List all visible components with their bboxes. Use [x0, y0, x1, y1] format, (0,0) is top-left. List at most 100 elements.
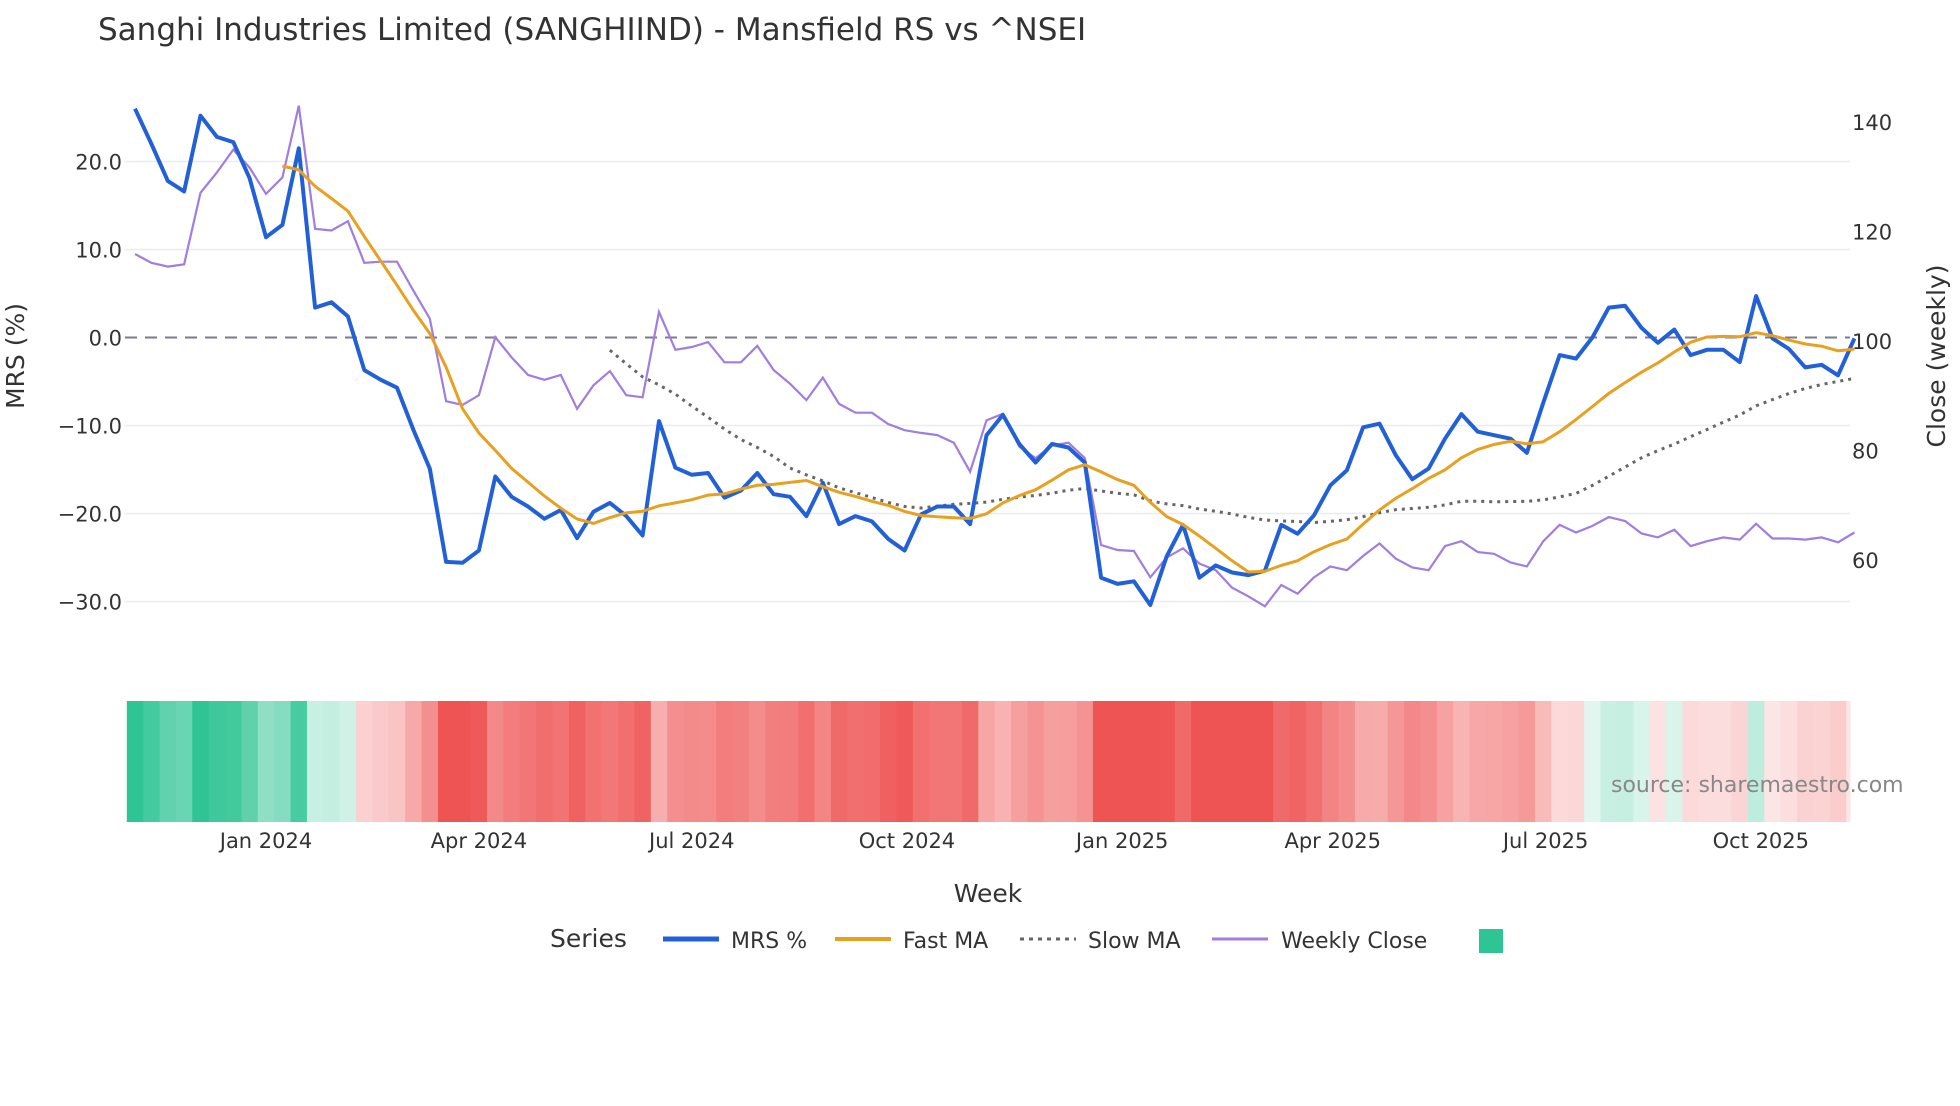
heatmap-cell	[1289, 701, 1307, 822]
heatmap-cell	[192, 701, 210, 822]
heatmap-cell	[912, 701, 930, 822]
heatmap-strip	[126, 701, 1851, 822]
heatmap-cell	[421, 701, 439, 822]
heatmap-cell	[585, 701, 603, 822]
heatmap-cell	[650, 701, 668, 822]
heatmap-cell	[830, 701, 848, 822]
heatmap-cell	[1420, 701, 1438, 822]
legend-item-slow-ma[interactable]: Slow MA	[1020, 929, 1181, 954]
heatmap-cell	[208, 701, 226, 822]
heatmap-cell	[716, 701, 734, 822]
mrs-chart: Sanghi Industries Limited (SANGHIIND) - …	[1, 12, 1951, 954]
heatmap-cell	[356, 701, 373, 822]
legend-label-mrs: MRS %	[731, 929, 807, 954]
heatmap-cell	[1354, 701, 1372, 822]
heatmap-cell	[1191, 701, 1209, 822]
right-axis-ticks: 140 120 100 80 60	[1852, 111, 1892, 573]
heatmap-cell	[241, 701, 259, 822]
heatmap-cell	[618, 701, 635, 822]
heatmap-cell	[749, 701, 766, 822]
heatmap-cell	[863, 701, 881, 822]
x-tick-label: Jan 2025	[1074, 829, 1169, 853]
heatmap-cell	[536, 701, 554, 822]
mrs-line	[133, 107, 1857, 607]
heatmap-cell	[1125, 701, 1143, 822]
heatmap-cell	[1404, 701, 1421, 822]
right-axis-title: Close (weekly)	[1922, 265, 1951, 448]
x-tick-label: Jul 2025	[1501, 829, 1588, 853]
heatmap-cell	[1682, 701, 1700, 822]
heatmap-cell	[306, 701, 324, 822]
heatmap-cell	[1584, 701, 1602, 822]
heatmap-cell	[175, 701, 193, 822]
heatmap-cell	[1485, 701, 1503, 822]
left-tick-label: 0.0	[89, 327, 122, 351]
heatmap-cell	[1142, 701, 1159, 822]
legend: Series MRS % Fast MA Slow MA Weekly Clos…	[550, 924, 1503, 954]
x-tick-label: Oct 2024	[859, 829, 955, 853]
heatmap-cell	[961, 701, 979, 822]
legend-title: Series	[550, 924, 627, 953]
heatmap-cell	[1223, 701, 1241, 822]
legend-label-fast-ma: Fast MA	[903, 929, 988, 954]
legend-item-fast-ma[interactable]: Fast MA	[835, 929, 988, 954]
heatmap-cell	[568, 701, 586, 822]
heatmap-cell	[978, 701, 996, 822]
legend-item-mrs[interactable]: MRS %	[663, 929, 807, 954]
heatmap-cell	[1518, 701, 1536, 822]
legend-swatch-heatmap[interactable]	[1479, 929, 1503, 953]
heatmap-cell	[1338, 701, 1356, 822]
heatmap-cell	[323, 701, 341, 822]
heatmap-cell	[339, 701, 357, 822]
left-tick-label: 20.0	[75, 151, 122, 175]
heatmap-cell	[1371, 701, 1389, 822]
right-tick-label: 140	[1852, 111, 1892, 135]
heatmap-cell	[1109, 701, 1127, 822]
heatmap-cell	[1174, 701, 1192, 822]
heatmap-cell	[1666, 701, 1683, 822]
x-axis-title: Week	[954, 879, 1023, 908]
left-tick-label: −10.0	[58, 415, 122, 439]
heatmap-cell	[732, 701, 750, 822]
heatmap-cell	[896, 701, 914, 822]
heatmap-cell	[1256, 701, 1274, 822]
heatmap-cell	[1043, 701, 1061, 822]
heatmap-cell	[1633, 701, 1651, 822]
left-axis-title: MRS (%)	[1, 303, 30, 409]
heatmap-cell	[487, 701, 504, 822]
heatmap-cell	[1698, 701, 1716, 822]
left-tick-label: −30.0	[58, 591, 122, 615]
heatmap-cell	[1387, 701, 1405, 822]
heatmap-cell	[388, 701, 406, 822]
heatmap-cell	[1305, 701, 1323, 822]
heatmap-cell	[159, 701, 177, 822]
heatmap-cell	[143, 701, 161, 822]
left-axis-ticks: 20.0 10.0 0.0 −10.0 −20.0 −30.0	[58, 151, 122, 615]
left-tick-label: 10.0	[75, 239, 122, 263]
heatmap-cell	[781, 701, 799, 822]
heatmap-cell	[437, 701, 455, 822]
heatmap-cell	[1731, 701, 1749, 822]
heatmap-cell	[1273, 701, 1290, 822]
heatmap-cell	[1060, 701, 1078, 822]
heatmap-cell	[1551, 701, 1569, 822]
heatmap-cell	[1092, 701, 1110, 822]
heatmap-cell	[1600, 701, 1618, 822]
heatmap-cell	[470, 701, 488, 822]
heatmap-cell	[1567, 701, 1585, 822]
heatmap-cell	[929, 701, 947, 822]
heatmap-cell	[994, 701, 1012, 822]
heatmap-cell	[225, 701, 242, 822]
x-tick-label: Jan 2024	[218, 829, 313, 853]
source-annotation: source: sharemaestro.com	[1611, 773, 1904, 798]
heatmap-cell	[126, 701, 144, 822]
heatmap-cell	[880, 701, 897, 822]
heatmap-cell	[1764, 701, 1782, 822]
heatmap-cell	[1076, 701, 1094, 822]
heatmap-cell	[1797, 701, 1814, 822]
legend-item-weekly-close[interactable]: Weekly Close	[1212, 929, 1427, 954]
x-tick-label: Apr 2025	[1284, 829, 1380, 853]
heatmap-cell	[1158, 701, 1176, 822]
heatmap-cell	[1207, 701, 1225, 822]
heatmap-cell	[1469, 701, 1487, 822]
